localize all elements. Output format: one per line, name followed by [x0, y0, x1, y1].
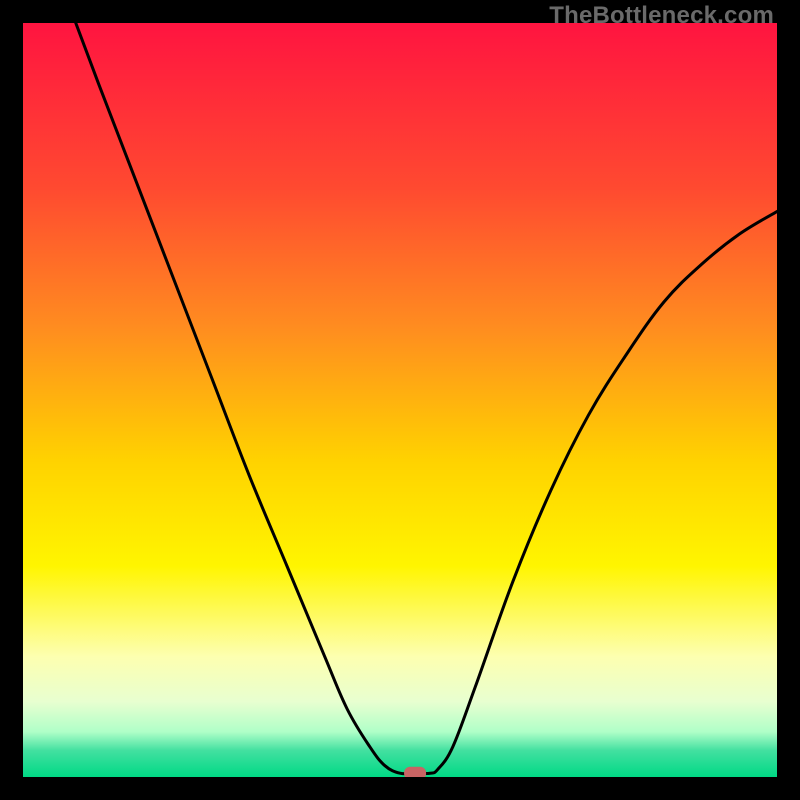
- chart-frame: [23, 23, 777, 777]
- gradient-background: [23, 23, 777, 777]
- watermark-text: TheBottleneck.com: [549, 2, 774, 30]
- optimal-marker: [404, 767, 426, 777]
- chart-plot: [23, 23, 777, 777]
